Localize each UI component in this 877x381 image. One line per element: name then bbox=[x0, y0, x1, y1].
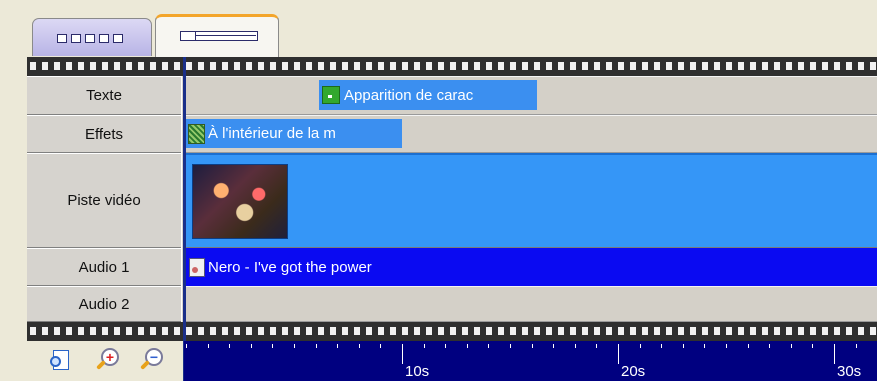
clip-text-label: Apparition de carac bbox=[344, 86, 474, 104]
ruler-tick bbox=[834, 344, 835, 364]
ruler-tick bbox=[207, 344, 209, 348]
ruler-tick bbox=[596, 344, 598, 348]
ruler-tick bbox=[337, 344, 339, 348]
ruler-tick bbox=[294, 344, 295, 348]
ruler-tick bbox=[510, 344, 511, 348]
ruler-tick bbox=[423, 344, 425, 348]
magnifier-handle bbox=[140, 360, 150, 370]
ruler-tick bbox=[790, 344, 792, 348]
zoom-out-button[interactable]: − bbox=[139, 348, 163, 372]
track-video[interactable] bbox=[184, 153, 877, 248]
ruler-tick bbox=[769, 344, 771, 348]
film-strip-bottom bbox=[27, 322, 877, 341]
timeline-icon bbox=[180, 31, 258, 41]
ruler-tick bbox=[445, 344, 447, 348]
ruler-tick bbox=[553, 344, 555, 348]
zoom-fit-icon bbox=[50, 356, 61, 367]
ruler-tick bbox=[272, 344, 274, 348]
view-tab-bar bbox=[0, 0, 877, 57]
track-label-audio2: Audio 2 bbox=[27, 286, 181, 322]
clip-text-title[interactable]: Apparition de carac bbox=[319, 80, 537, 110]
audio-clip-icon bbox=[189, 257, 205, 277]
ruler-label-30s: 30s bbox=[837, 363, 862, 380]
film-strip-top bbox=[27, 57, 877, 76]
ruler-tick bbox=[726, 344, 727, 348]
clip-effect[interactable]: À l'intérieur de la m bbox=[186, 119, 402, 148]
storyboard-icon bbox=[57, 34, 123, 43]
text-clip-icon bbox=[322, 86, 340, 104]
track-label-video: Piste vidéo bbox=[27, 153, 181, 248]
magnifier-handle bbox=[96, 360, 106, 370]
ruler-tick bbox=[186, 344, 187, 348]
ruler-tick bbox=[812, 344, 814, 348]
tab-timeline[interactable] bbox=[155, 14, 279, 57]
clip-effect-label: À l'intérieur de la m bbox=[208, 125, 336, 142]
track-label-audio1: Audio 1 bbox=[27, 248, 181, 286]
ruler-label-20s: 20s bbox=[621, 363, 646, 380]
track-label-effets: Effets bbox=[27, 115, 181, 153]
ruler-tick bbox=[855, 344, 857, 348]
ruler-tick bbox=[639, 344, 641, 348]
ruler-tick bbox=[488, 344, 490, 348]
ruler-tick bbox=[574, 344, 576, 348]
clip-audio[interactable]: Nero - I've got the power bbox=[186, 251, 876, 283]
time-ruler[interactable]: 10s 20s 30s bbox=[184, 341, 877, 381]
ruler-tick bbox=[466, 344, 468, 348]
ruler-label-10s: 10s bbox=[405, 363, 430, 380]
track-audio1[interactable]: Nero - I've got the power bbox=[184, 248, 877, 286]
video-clip-thumbnail[interactable] bbox=[192, 164, 288, 239]
ruler-tick bbox=[661, 344, 663, 348]
ruler-tick bbox=[704, 344, 706, 348]
track-texte[interactable]: Apparition de carac bbox=[184, 76, 877, 115]
ruler-tick bbox=[618, 344, 619, 364]
ruler-tick bbox=[358, 344, 360, 348]
zoom-in-button[interactable]: + bbox=[95, 348, 119, 372]
ruler-tick bbox=[402, 344, 403, 364]
ruler-tick bbox=[315, 344, 317, 348]
zoom-fit-button[interactable] bbox=[49, 348, 73, 372]
ruler-tick bbox=[250, 344, 252, 348]
effect-clip-icon bbox=[188, 123, 205, 144]
track-effets[interactable]: À l'intérieur de la m bbox=[184, 115, 877, 153]
clip-audio-label: Nero - I've got the power bbox=[208, 258, 372, 276]
ruler-tick bbox=[682, 344, 684, 348]
ruler-tick bbox=[229, 344, 231, 348]
track-audio2[interactable] bbox=[184, 286, 877, 322]
playhead[interactable] bbox=[183, 57, 186, 381]
ruler-tick bbox=[747, 344, 749, 348]
tab-storyboard[interactable] bbox=[32, 18, 152, 56]
track-label-texte: Texte bbox=[27, 76, 181, 115]
ruler-tick bbox=[380, 344, 382, 348]
ruler-tick bbox=[531, 344, 533, 348]
